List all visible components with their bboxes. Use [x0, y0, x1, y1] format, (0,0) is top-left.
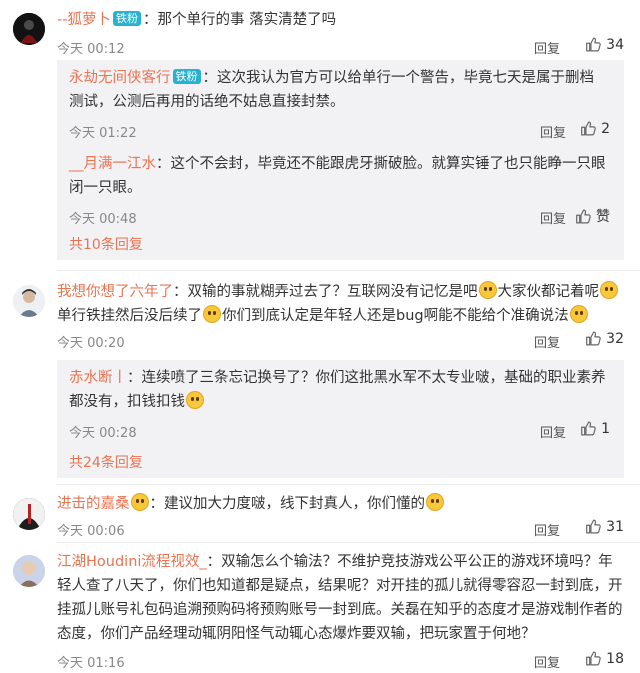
comment-body: ：建议加大力度啵，线下封真人，你们懂的 [149, 496, 426, 512]
comment-meta: 今天 00:06 回复 31 [57, 518, 624, 540]
reply-item: __月满一江水：这个不会封，毕竟还不能跟虎牙撕破脸。就算实锤了也只能睁一只眼闭一… [69, 152, 624, 227]
fan-badge: 铁粉 [172, 69, 201, 84]
comment-body: 大家伙都记着呢 [497, 284, 600, 300]
reply-text: 永劫无间侠客行 铁粉 ：这次我认为官方可以给单行一个警告，毕竟七天是属于删档测试，公… [69, 66, 624, 114]
comment-body: 你们到底认定是年轻人还是bug啊能不能给个准确说法 [222, 308, 569, 324]
reply-button[interactable]: 回复 [540, 208, 566, 227]
like-count: 1 [601, 420, 610, 437]
comment-body: ：那个单行的事 落实清楚了吗 [142, 12, 337, 28]
avatar[interactable] [13, 498, 45, 530]
reply-body: ：连续喷了三条忘记换号了？你们这批黑水军不太专业啵，基础的职业素养都没有，扣钱扣… [69, 370, 606, 410]
view-more-replies[interactable]: 共10条回复 [69, 234, 143, 254]
comment-text: 江湖Houdini流程视效_：双输怎么个输法？不维护竞技游戏公平公正的游戏环境吗… [57, 550, 624, 646]
like-label: 赞 [596, 209, 610, 225]
divider [57, 484, 640, 485]
reply-button[interactable]: 回复 [534, 332, 560, 351]
reply-item: 永劫无间侠客行 铁粉 ：这次我认为官方可以给单行一个警告，毕竟七天是属于删档测试，公… [69, 66, 624, 141]
timestamp: 今天 01:22 [69, 126, 137, 141]
like-count: 18 [606, 650, 624, 667]
timestamp: 今天 00:12 [57, 42, 125, 57]
like-button[interactable]: 赞 [575, 206, 610, 226]
thumbs-up-icon [580, 420, 597, 437]
reply-text: __月满一江水：这个不会封，毕竟还不能跟虎牙撕破脸。就算实锤了也只能睁一只眼闭一… [69, 152, 624, 200]
avatar[interactable] [13, 285, 45, 317]
thumbs-up-icon [585, 36, 602, 53]
username-link[interactable]: 我想你想了六年了 [57, 284, 173, 300]
timestamp: 今天 01:16 [57, 656, 125, 671]
comment-text: 进击的嘉桑 ：建议加大力度啵，线下封真人，你们懂的 [57, 492, 624, 516]
username-link[interactable]: 永劫无间侠客行 [69, 70, 171, 86]
timestamp: 今天 00:06 [57, 524, 125, 539]
timestamp: 今天 00:28 [69, 426, 137, 441]
username-link[interactable]: 进击的嘉桑 [57, 496, 130, 512]
like-button[interactable]: 18 [585, 650, 624, 667]
emoji-icon [426, 493, 444, 511]
reply-thread: 永劫无间侠客行 铁粉 ：这次我认为官方可以给单行一个警告，毕竟七天是属于删档测试，公… [57, 60, 624, 260]
reply-text: 赤水断丨：连续喷了三条忘记换号了？你们这批黑水军不太专业啵，基础的职业素养都没有… [69, 366, 624, 414]
reply-thread: 赤水断丨：连续喷了三条忘记换号了？你们这批黑水军不太专业啵，基础的职业素养都没有… [57, 360, 624, 478]
like-button[interactable]: 32 [585, 330, 624, 347]
like-button[interactable]: 31 [585, 518, 624, 535]
thumbs-up-icon [575, 208, 592, 225]
view-more-replies[interactable]: 共24条回复 [69, 452, 143, 472]
divider [57, 542, 640, 543]
comment-text: 我想你想了六年了：双输的事就糊弄过去了？互联网没有记忆是吧 大家伙都记着呢单行铁挂… [57, 280, 624, 328]
comment-text: --狐萝卜 铁粉 ：那个单行的事 落实清楚了吗 [57, 8, 624, 32]
reply-button[interactable]: 回复 [534, 38, 560, 57]
reply-item: 赤水断丨：连续喷了三条忘记换号了？你们这批黑水军不太专业啵，基础的职业素养都没有… [69, 366, 624, 441]
avatar[interactable] [13, 13, 45, 45]
like-count: 31 [606, 518, 624, 535]
like-button[interactable]: 34 [585, 36, 624, 53]
like-button[interactable]: 2 [580, 120, 610, 137]
comment-body: 单行铁挂然后没后续了 [57, 308, 202, 324]
username-link[interactable]: 江湖Houdini流程视效_ [57, 554, 207, 570]
reply-button[interactable]: 回复 [534, 520, 560, 539]
reply-button[interactable]: 回复 [534, 652, 560, 671]
thumbs-up-icon [585, 330, 602, 347]
thumbs-up-icon [585, 518, 602, 535]
thumbs-up-icon [580, 120, 597, 137]
username-link[interactable]: 赤水断丨 [69, 370, 127, 386]
comment-meta: 今天 00:20 回复 32 [57, 330, 624, 352]
comment-body: ：双输的事就糊弄过去了？互联网没有记忆是吧 [173, 284, 478, 300]
reply-button[interactable]: 回复 [540, 422, 566, 441]
emoji-icon [130, 493, 149, 511]
reply-meta: 今天 01:22 回复 2 [69, 120, 624, 142]
avatar[interactable] [13, 555, 45, 587]
username-link[interactable]: --狐萝卜 [57, 12, 111, 28]
comment-meta: 今天 00:12 回复 34 [57, 36, 624, 58]
like-button[interactable]: 1 [580, 420, 610, 437]
comment-meta: 今天 01:16 回复 18 [57, 650, 624, 672]
emoji-icon [186, 391, 204, 409]
emoji-icon [569, 305, 588, 323]
timestamp: 今天 00:48 [69, 212, 137, 227]
emoji-icon [600, 281, 618, 299]
reply-button[interactable]: 回复 [540, 122, 566, 141]
like-count: 32 [606, 330, 624, 347]
divider [57, 270, 640, 271]
like-count: 2 [601, 120, 610, 137]
reply-meta: 今天 00:48 回复 赞 [69, 208, 624, 228]
timestamp: 今天 00:20 [57, 336, 125, 351]
like-count: 34 [606, 36, 624, 53]
emoji-icon [203, 305, 221, 323]
fan-badge: 铁粉 [112, 11, 141, 26]
thumbs-up-icon [585, 650, 602, 667]
emoji-icon [478, 281, 497, 299]
username-link[interactable]: __月满一江水 [69, 156, 156, 172]
reply-meta: 今天 00:28 回复 1 [69, 420, 624, 442]
